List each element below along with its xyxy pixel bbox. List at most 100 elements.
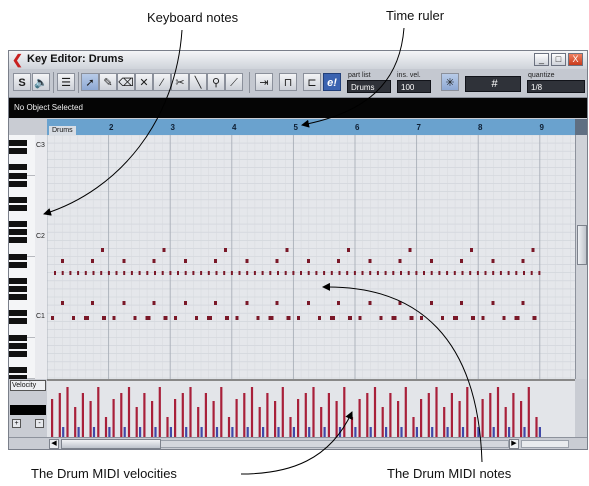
velocity-bar[interactable] [369, 427, 372, 437]
drum-note[interactable] [430, 271, 433, 275]
title-bar[interactable]: ❮ Key Editor: Drums _ □ X [9, 51, 587, 70]
velocity-bar[interactable] [404, 387, 407, 437]
note-display[interactable] [47, 135, 575, 379]
velocity-bar[interactable] [354, 427, 357, 437]
velocity-bar[interactable] [477, 427, 480, 437]
drum-note[interactable] [256, 316, 260, 320]
velocity-bar[interactable] [496, 387, 500, 437]
horizontal-scroll-thumb[interactable] [61, 439, 161, 449]
velocity-bar[interactable] [220, 387, 223, 437]
drum-note[interactable] [415, 271, 418, 275]
independent-track-loop-icon[interactable]: ⊏ [303, 73, 321, 91]
edit-in-place-button[interactable]: e! [323, 73, 341, 91]
arrow-tool-icon[interactable]: ➚ [81, 73, 99, 91]
drum-note[interactable] [277, 271, 279, 275]
velocity-bar[interactable] [104, 417, 108, 437]
velocity-bar[interactable] [450, 393, 453, 437]
drum-note[interactable] [460, 301, 463, 305]
velocity-bar[interactable] [139, 427, 142, 437]
drum-note[interactable] [61, 301, 64, 305]
drum-note[interactable] [268, 316, 274, 320]
drum-note[interactable] [337, 259, 340, 263]
black-key[interactable] [9, 221, 27, 228]
velocity-bar[interactable] [235, 399, 238, 437]
velocity-bar[interactable] [151, 401, 154, 437]
drum-note[interactable] [348, 316, 352, 320]
drum-note[interactable] [531, 248, 535, 252]
velocity-bar[interactable] [323, 427, 326, 437]
drum-note[interactable] [112, 316, 116, 320]
drum-note[interactable] [285, 248, 289, 252]
velocity-bar[interactable] [492, 427, 495, 437]
scroll-right-icon[interactable]: ▶ [509, 439, 519, 449]
velocity-bar[interactable] [535, 417, 538, 437]
velocity-bar[interactable] [512, 393, 515, 437]
velocity-bar[interactable] [200, 427, 203, 437]
drum-note[interactable] [286, 316, 291, 320]
drum-note[interactable] [368, 301, 372, 305]
velocity-bar[interactable] [262, 427, 265, 437]
drum-note[interactable] [469, 271, 472, 275]
drum-note[interactable] [184, 271, 187, 275]
velocity-bar[interactable] [527, 387, 530, 437]
drum-note[interactable] [269, 271, 272, 275]
drum-note[interactable] [154, 271, 156, 275]
step-input-icon[interactable]: ✳ [441, 73, 459, 91]
velocity-bar[interactable] [412, 417, 415, 437]
drum-note[interactable] [523, 271, 525, 275]
black-key[interactable] [9, 253, 27, 260]
velocity-bar[interactable] [277, 427, 280, 437]
velocity-bar[interactable] [520, 401, 523, 437]
drum-note[interactable] [152, 301, 156, 305]
play-tool-icon[interactable]: ⟋ [225, 73, 243, 91]
drum-note[interactable] [538, 271, 541, 275]
drum-note[interactable] [507, 271, 510, 275]
velocity-bar[interactable] [446, 427, 449, 437]
velocity-bar[interactable] [312, 387, 315, 437]
velocity-bar[interactable] [400, 427, 403, 437]
velocity-bar[interactable] [77, 427, 80, 437]
drum-note[interactable] [102, 316, 106, 320]
drum-note[interactable] [162, 248, 166, 252]
quantize-select[interactable]: 1/8 [527, 80, 585, 93]
black-key[interactable] [9, 310, 27, 317]
drum-note[interactable] [177, 271, 179, 275]
drum-note[interactable] [161, 271, 164, 275]
velocity-bar[interactable] [154, 427, 157, 437]
drum-note[interactable] [379, 316, 383, 320]
drum-note[interactable] [491, 259, 495, 263]
velocity-bar[interactable] [92, 427, 96, 437]
drum-note[interactable] [261, 271, 264, 275]
velocity-bar[interactable] [381, 407, 384, 437]
drum-note[interactable] [207, 316, 212, 320]
velocity-bar[interactable] [189, 387, 192, 437]
autoscroll-icon[interactable]: ⇥ [255, 73, 273, 91]
black-key[interactable] [9, 350, 27, 357]
close-button[interactable]: X [568, 53, 583, 66]
drum-note[interactable] [72, 316, 75, 320]
drum-note[interactable] [69, 271, 72, 275]
drum-note[interactable] [138, 271, 141, 275]
note-grid[interactable] [47, 135, 575, 379]
drum-note[interactable] [499, 271, 502, 275]
velocity-bar[interactable] [415, 427, 418, 437]
velocity-bar[interactable] [243, 393, 246, 437]
drum-note[interactable] [461, 271, 464, 275]
velocity-bar[interactable] [461, 427, 465, 437]
drum-note[interactable] [453, 271, 456, 275]
drum-note[interactable] [246, 271, 249, 275]
drum-note[interactable] [245, 301, 249, 305]
drum-note[interactable] [471, 316, 475, 320]
drum-note[interactable] [400, 271, 402, 275]
black-key[interactable] [9, 334, 27, 341]
velocity-bar[interactable] [443, 407, 446, 437]
velocity-bar[interactable] [227, 417, 231, 437]
black-key[interactable] [9, 285, 27, 292]
drum-note[interactable] [307, 271, 310, 275]
drum-note[interactable] [145, 316, 151, 320]
drum-note[interactable] [441, 316, 444, 320]
drum-note[interactable] [423, 271, 425, 275]
drum-note[interactable] [54, 271, 56, 275]
drum-note[interactable] [253, 271, 256, 275]
drum-note[interactable] [515, 271, 518, 275]
